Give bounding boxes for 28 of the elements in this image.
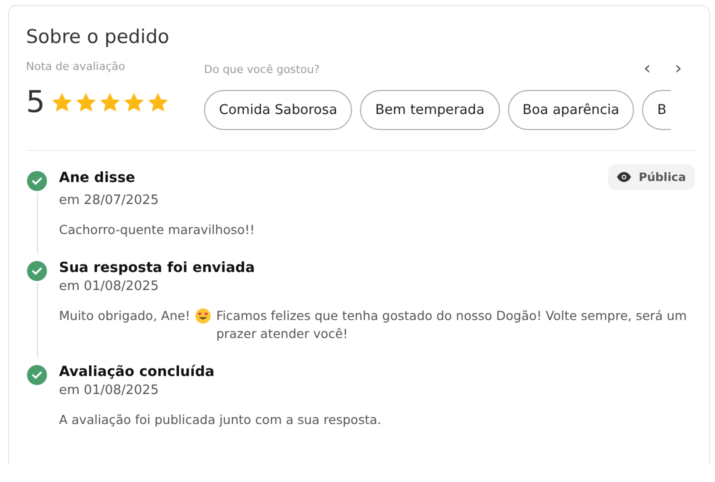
message-text: A avaliação foi publicada junto com a sua resposta. <box>59 411 382 429</box>
likes-label: Do que você gostou? <box>204 62 320 76</box>
star-icon <box>99 92 122 113</box>
emoji-icon <box>195 308 212 324</box>
event-title: Avaliação concluída <box>59 364 214 380</box>
badge-label: Pública <box>638 170 686 184</box>
tag-chip[interactable]: B <box>642 90 671 130</box>
eye-icon <box>616 172 631 182</box>
next-button[interactable]: › <box>672 60 685 78</box>
message-text: Muito obrigado, Ane! <box>59 307 190 325</box>
tag-chip[interactable]: Comida Saborosa <box>204 90 352 130</box>
event-title: Sua resposta foi enviada <box>59 260 255 276</box>
star-icon <box>147 92 170 113</box>
event-date: em 28/07/2025 <box>59 193 160 208</box>
star-icon <box>123 92 146 113</box>
rating-value: 5 <box>26 85 46 120</box>
previous-button[interactable]: ‹ <box>640 60 654 78</box>
event-date: em 01/08/2025 <box>59 383 160 398</box>
message-text: Ficamos felizes que tenha gostado do nosso Dogão! Volte sempre, será um prazer atender você! <box>216 307 688 343</box>
rating-label: Nota de avaliação <box>26 60 126 73</box>
star-icon <box>75 92 98 113</box>
tag-chip[interactable]: Bem temperada <box>360 90 500 130</box>
star-icon <box>51 92 74 113</box>
event-title: Ane disse <box>59 170 136 186</box>
event-date: em 01/08/2025 <box>59 279 160 294</box>
section-title: Sobre o pedido <box>26 26 170 48</box>
tag-chip[interactable]: Boa aparência <box>508 90 634 130</box>
message-text: Cachorro-quente maravilhoso!! <box>59 221 256 239</box>
